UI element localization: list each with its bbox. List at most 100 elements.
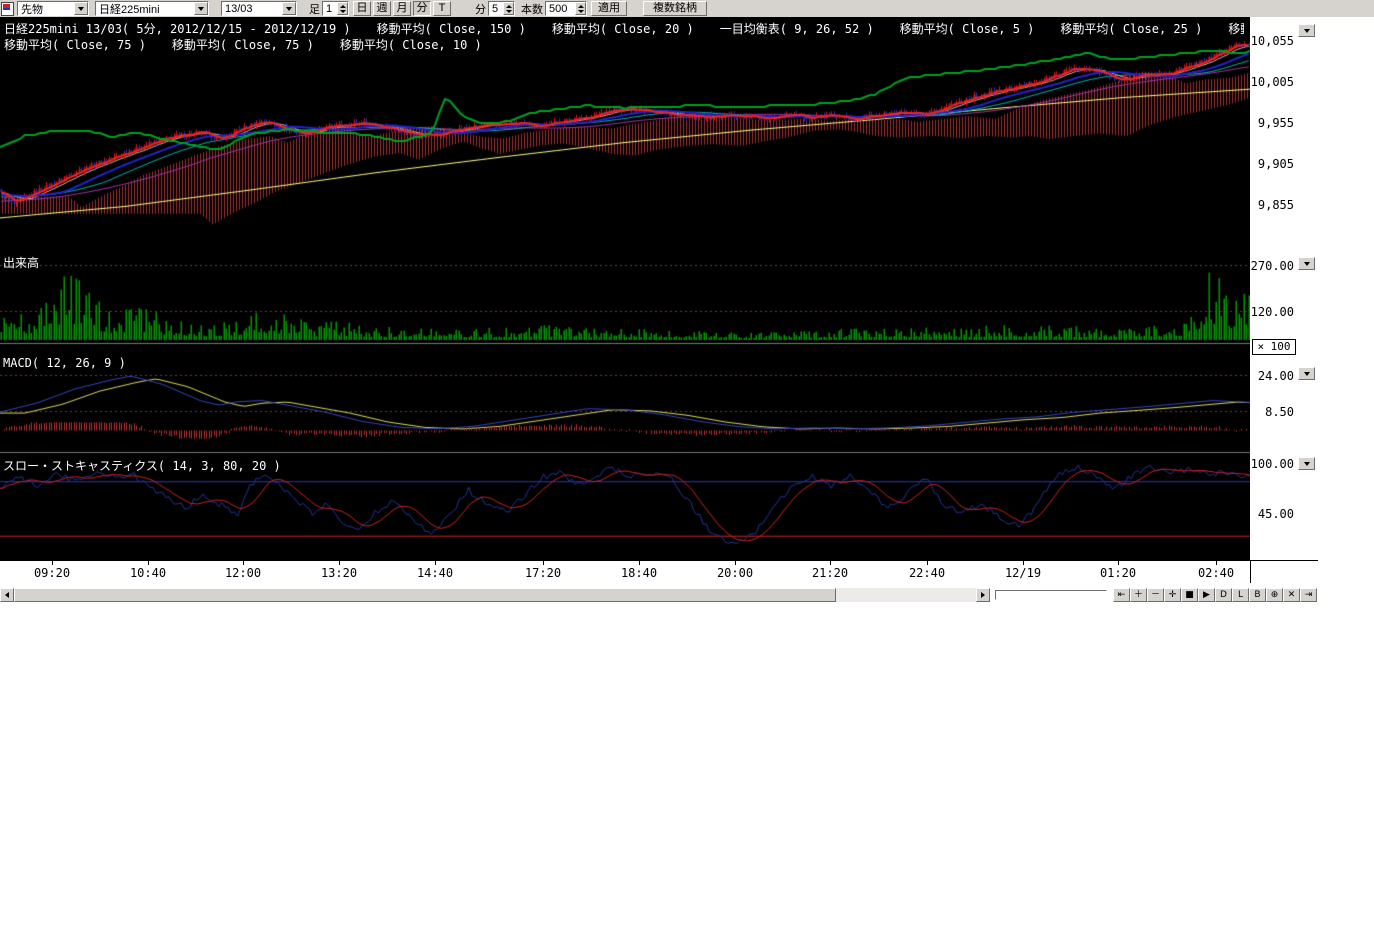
- minute-value-spinner[interactable]: 5: [488, 1, 515, 16]
- price-axis-label: 9,905: [1250, 157, 1294, 171]
- stop-button[interactable]: ■: [1181, 588, 1198, 602]
- mode-d-button[interactable]: D: [1215, 588, 1232, 602]
- app-icon[interactable]: [1, 2, 14, 16]
- jump-start-button[interactable]: ⇤: [1113, 588, 1130, 602]
- chevron-down-icon: [1304, 462, 1310, 466]
- chevron-down-glyph: [286, 7, 292, 11]
- scroll-left-button[interactable]: [0, 588, 14, 602]
- indicator-label: 移動平均( Close, 40 ): [1228, 20, 1244, 37]
- indicator-label: 移動平均( Close, 5 ): [900, 20, 1035, 37]
- x-axis-tick: [639, 561, 640, 565]
- x-axis-tick: [735, 561, 736, 565]
- price-axis-label: 9,855: [1250, 198, 1294, 212]
- app-icon-glyph: [3, 4, 10, 10]
- y-axis: 10,055 10,005 9,955 9,905 9,855 270.00 1…: [1250, 17, 1318, 560]
- scroll-right-button[interactable]: [976, 588, 990, 602]
- horizontal-scrollbar: ⇤ ＋ － ✛ ■ ▶ D L B ⊕ ✕ ⇥: [0, 588, 1318, 602]
- axis-divider: [1250, 561, 1251, 583]
- jump-end-button[interactable]: ⇥: [1300, 588, 1317, 602]
- macd-axis-label: 8.50: [1250, 405, 1294, 419]
- period-minute-button[interactable]: 分: [413, 1, 431, 16]
- time-axis-label: 14:40: [413, 566, 457, 580]
- x-axis: 09:20 10:40 12:00 13:20 14:40 17:20 18:4…: [0, 560, 1318, 582]
- chevron-down-icon: [1304, 29, 1310, 33]
- indicator-label: 移動平均( Close, 75 ): [172, 36, 314, 53]
- mode-l-button[interactable]: L: [1232, 588, 1249, 602]
- time-axis-label: 10:40: [126, 566, 170, 580]
- scrollbar-track[interactable]: [14, 588, 976, 602]
- time-axis-label: 20:00: [713, 566, 757, 580]
- category-select-value: 先物: [18, 1, 43, 17]
- crosshair-button[interactable]: ✛: [1164, 588, 1181, 602]
- chart-title: 日経225mini 13/03( 5分, 2012/12/15 - 2012/1…: [4, 20, 351, 37]
- time-axis-label: 02:40: [1194, 566, 1238, 580]
- bar-count-label: 本数: [521, 1, 543, 17]
- period-month-button[interactable]: 月: [393, 1, 411, 16]
- spinner-arrows-icon[interactable]: [575, 2, 586, 15]
- spinner-down-icon: [578, 10, 584, 13]
- spinner-up-icon: [340, 5, 346, 8]
- price-axis-label: 9,955: [1250, 116, 1294, 130]
- symbol-select[interactable]: 日経225mini: [95, 1, 209, 16]
- zoom-out-button[interactable]: －: [1147, 588, 1164, 602]
- time-axis-label: 13:20: [317, 566, 361, 580]
- apply-button[interactable]: 適用: [591, 1, 627, 16]
- bar-count-spinner[interactable]: 500: [545, 1, 587, 16]
- bar-multiple-spinner[interactable]: 1: [322, 1, 349, 16]
- chart-tool-buttons: ⇤ ＋ － ✛ ■ ▶ D L B ⊕ ✕ ⇥: [1113, 588, 1317, 602]
- chart-window: 先物 日経225mini 13/03 足 1 日 週 月 分 T 分: [0, 0, 1374, 602]
- legend-row-2: 移動平均( Close, 75 ) 移動平均( Close, 75 ) 移動平均…: [4, 36, 1244, 53]
- spinner-up-icon: [578, 5, 584, 8]
- chevron-down-icon[interactable]: [282, 2, 296, 15]
- bar-count-value: 500: [546, 3, 567, 15]
- price-chart-canvas[interactable]: [0, 17, 1250, 560]
- target-button[interactable]: ⊕: [1266, 588, 1283, 602]
- period-week-button[interactable]: 週: [373, 1, 391, 16]
- multi-symbol-button[interactable]: 複数銘柄: [643, 1, 707, 16]
- volume-panel-label: 出来高: [3, 254, 39, 271]
- scrollbar-thumb[interactable]: [14, 588, 836, 602]
- stoch-axis-label: 100.00: [1250, 457, 1294, 471]
- bar-multiple-value: 1: [323, 3, 332, 15]
- main-toolbar: 先物 日経225mini 13/03 足 1 日 週 月 分 T 分: [0, 0, 1374, 17]
- indicator-label: 移動平均( Close, 150 ): [377, 20, 526, 37]
- contract-month-select[interactable]: 13/03: [221, 1, 297, 16]
- indicator-label: 移動平均( Close, 75 ): [4, 36, 146, 53]
- indicator-label: 移動平均( Close, 20 ): [552, 20, 694, 37]
- chevron-down-glyph: [198, 7, 204, 11]
- spinner-arrows-icon[interactable]: [503, 2, 514, 15]
- volume-scale-button[interactable]: [1298, 257, 1315, 270]
- price-axis-label: 10,055: [1250, 34, 1294, 48]
- zoom-track[interactable]: [995, 590, 1107, 600]
- chart-region: 日経225mini 13/03( 5分, 2012/12/15 - 2012/1…: [0, 17, 1318, 560]
- price-axis-label: 10,005: [1250, 75, 1294, 89]
- indicator-label: 移動平均( Close, 25 ): [1060, 20, 1202, 37]
- minute-unit-label: 分: [475, 1, 486, 17]
- period-day-button[interactable]: 日: [353, 1, 371, 16]
- category-select[interactable]: 先物: [17, 1, 89, 16]
- play-button[interactable]: ▶: [1198, 588, 1215, 602]
- spinner-down-icon: [340, 10, 346, 13]
- chevron-down-icon[interactable]: [74, 2, 88, 15]
- spinner-arrows-icon[interactable]: [337, 2, 348, 15]
- chevron-down-icon[interactable]: [194, 2, 208, 15]
- time-axis-label: 17:20: [521, 566, 565, 580]
- spinner-down-icon: [506, 10, 512, 13]
- x-axis-tick: [927, 561, 928, 565]
- x-axis-tick: [148, 561, 149, 565]
- macd-panel-label: MACD( 12, 26, 9 ): [3, 356, 126, 370]
- page: 先物 日経225mini 13/03 足 1 日 週 月 分 T 分: [0, 0, 1374, 926]
- spinner-up-icon: [506, 5, 512, 8]
- x-axis-tick: [1118, 561, 1119, 565]
- close-button[interactable]: ✕: [1283, 588, 1300, 602]
- stoch-scale-button[interactable]: [1298, 457, 1315, 470]
- period-tick-button[interactable]: T: [433, 1, 451, 16]
- x-axis-tick: [52, 561, 53, 565]
- price-scale-button[interactable]: [1298, 24, 1315, 37]
- macd-scale-button[interactable]: [1298, 367, 1315, 380]
- bar-type-label: 足: [309, 1, 320, 17]
- chevron-down-icon: [1304, 372, 1310, 376]
- scroll-left-icon: [5, 592, 9, 598]
- mode-b-button[interactable]: B: [1249, 588, 1266, 602]
- zoom-in-button[interactable]: ＋: [1130, 588, 1147, 602]
